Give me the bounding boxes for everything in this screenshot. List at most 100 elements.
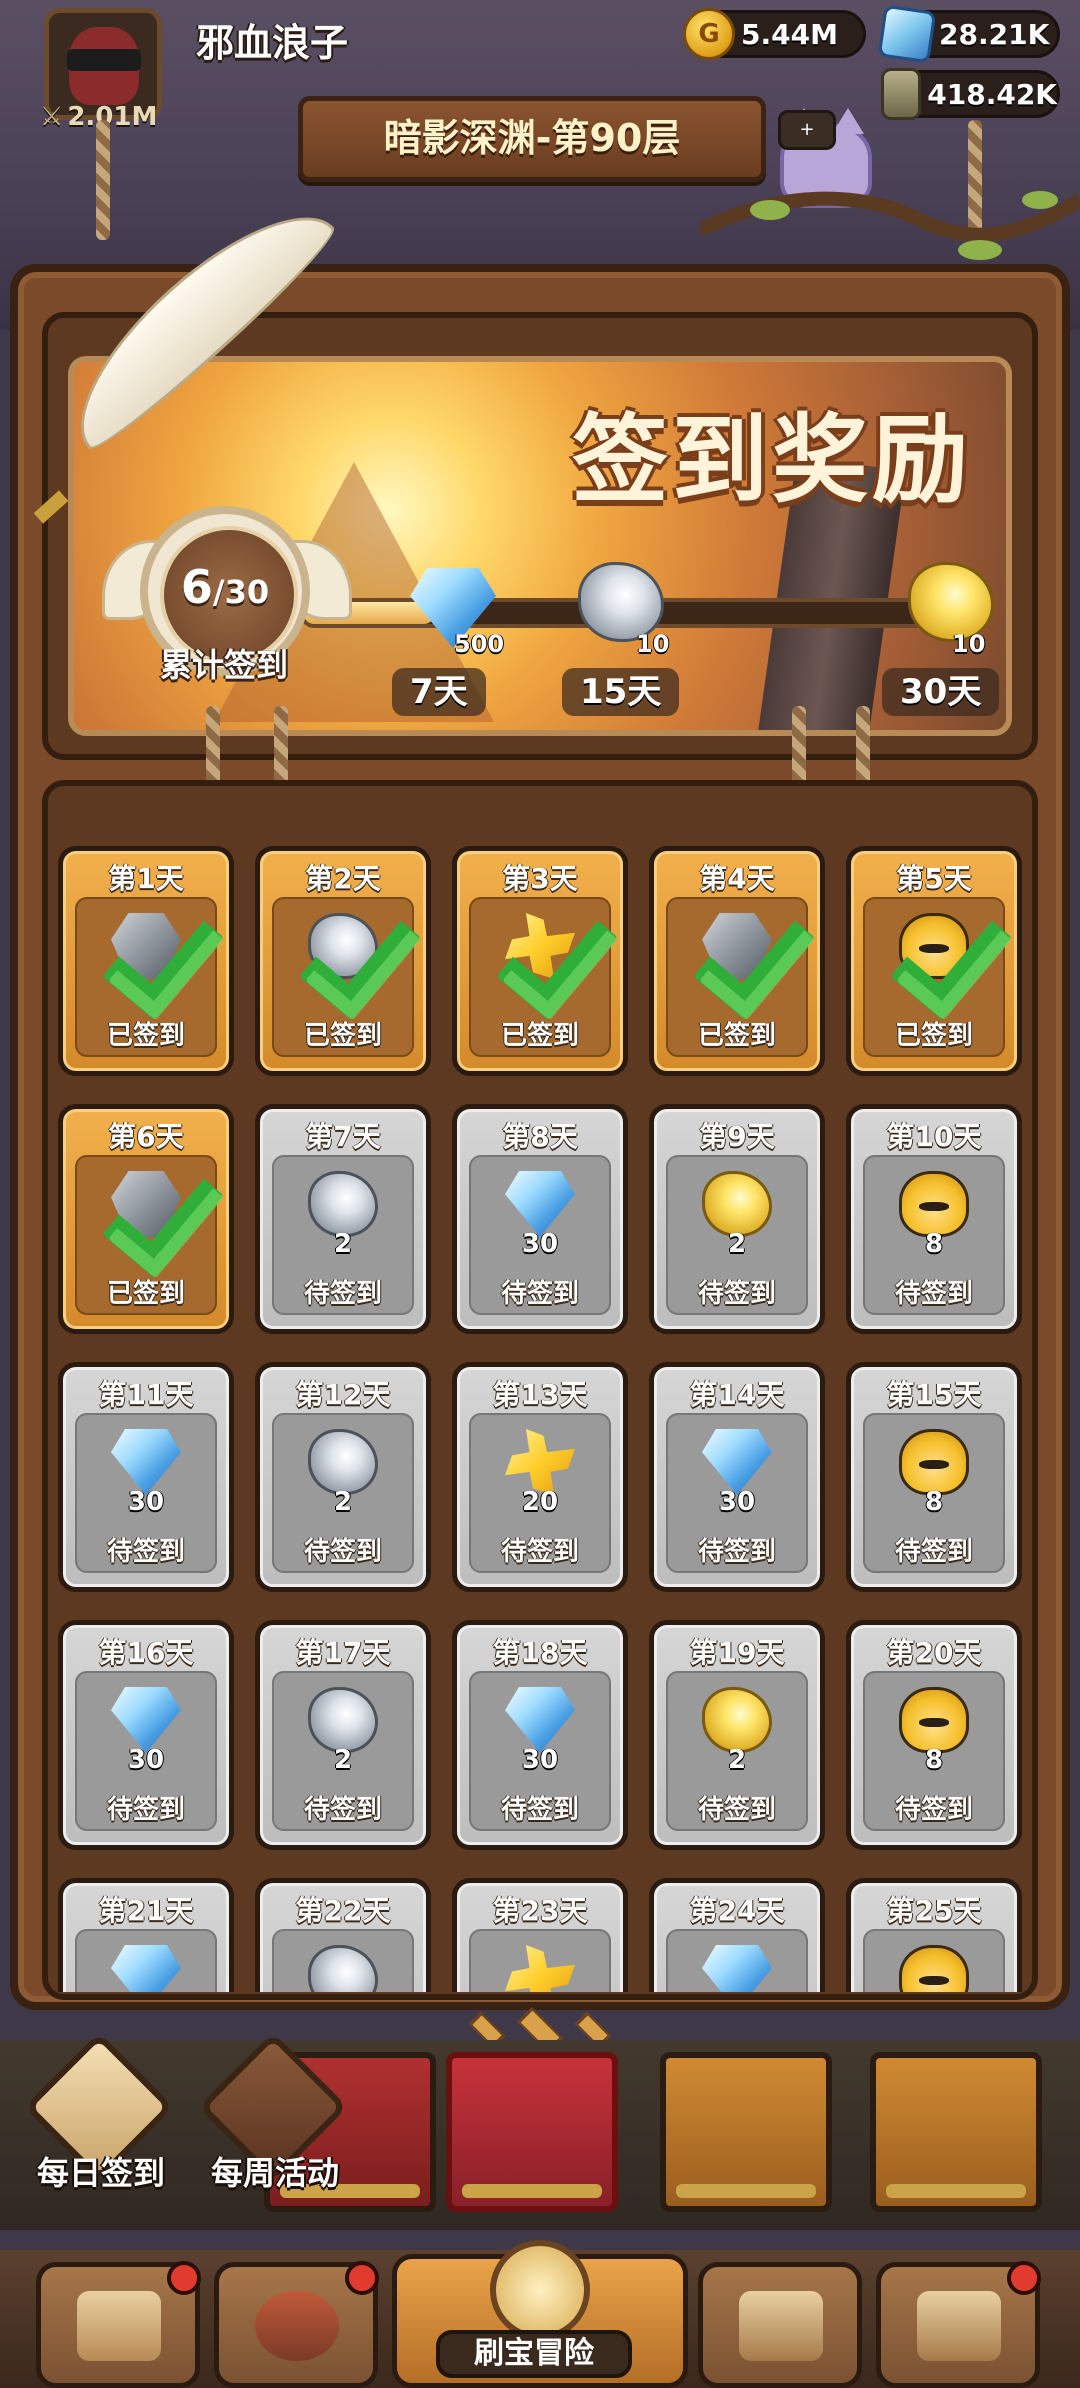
weekly-event-shortcut[interactable]: 每周活动 xyxy=(198,2032,350,2194)
potion-icon xyxy=(881,68,922,120)
hero-card-2[interactable] xyxy=(446,2052,618,2212)
gem-icon xyxy=(877,4,937,64)
day-label: 第18天 xyxy=(492,1636,588,1669)
day-cell[interactable]: 第15天 8 待签到 xyxy=(846,1362,1022,1592)
hero-2-bar xyxy=(462,2184,602,2198)
silver-scroll-icon xyxy=(308,1171,378,1237)
day-cell[interactable]: 第23天 xyxy=(452,1878,628,1992)
potion-counter[interactable]: 418.42K xyxy=(881,68,1060,120)
gold-scroll-icon xyxy=(702,1171,772,1237)
day-cell[interactable]: 第14天 30 待签到 xyxy=(649,1362,825,1592)
day-status: 已签到 xyxy=(500,1021,579,1051)
gold-scroll-icon xyxy=(702,1687,772,1753)
hero-3-bar xyxy=(676,2184,816,2198)
hero-shard-icon xyxy=(899,1687,969,1753)
banner-title: 签到奖励 xyxy=(572,404,972,516)
day-cell[interactable]: 第20天 8 待签到 xyxy=(846,1620,1022,1850)
day-cell[interactable]: 第17天 2 待签到 xyxy=(255,1620,431,1850)
gold-coin-icon: G xyxy=(683,8,735,60)
nav-forge-button[interactable] xyxy=(876,2261,1041,2388)
gem-counter[interactable]: 28.21K xyxy=(877,4,1060,64)
nav-bag-button[interactable] xyxy=(698,2262,862,2388)
nav-adventure-label: 刷宝冒险 xyxy=(436,2330,632,2378)
day-cell[interactable]: 第7天 2 待签到 xyxy=(255,1104,431,1334)
notification-dot xyxy=(1007,2261,1041,2295)
hero-card-4[interactable] xyxy=(870,2052,1042,2212)
day-cell[interactable]: 第2天 已签到 xyxy=(255,846,431,1076)
hero-card-3[interactable] xyxy=(660,2052,832,2212)
power-value: 2.01M xyxy=(67,102,158,132)
checkmark-icon xyxy=(85,1169,205,1265)
hero-shard-icon xyxy=(899,1429,969,1495)
day-status: 待签到 xyxy=(106,1795,185,1825)
progress-count: 6/30 xyxy=(140,560,310,614)
day-label: 第14天 xyxy=(689,1378,785,1411)
day-status: 待签到 xyxy=(303,1537,382,1567)
day-cell[interactable]: 第13天 20 待签到 xyxy=(452,1362,628,1592)
silver-scroll-icon xyxy=(308,1687,378,1753)
day-cell[interactable]: 第5天 已签到 xyxy=(846,846,1022,1076)
silver-scroll-icon xyxy=(308,1429,378,1495)
day-label: 第15天 xyxy=(886,1378,982,1411)
gem-icon xyxy=(702,1945,772,1992)
day-cell[interactable]: 第1天 已签到 xyxy=(58,846,234,1076)
day-label: 第2天 xyxy=(305,862,381,895)
day-cell[interactable]: 第8天 30 待签到 xyxy=(452,1104,628,1334)
gold-counter[interactable]: G 5.44M xyxy=(683,8,866,60)
checkmark-icon xyxy=(85,911,205,1007)
day-cell[interactable]: 第24天 xyxy=(649,1878,825,1992)
day-cell[interactable]: 第21天 xyxy=(58,1878,234,1992)
day-cell[interactable]: 第9天 2 待签到 xyxy=(649,1104,825,1334)
day-label: 第23天 xyxy=(492,1894,588,1927)
silver-scroll-icon xyxy=(308,1945,378,1992)
gem-icon xyxy=(111,1429,181,1495)
day-status: 已签到 xyxy=(106,1279,185,1309)
progress-current: 6 xyxy=(180,560,213,614)
daily-checkin-shortcut[interactable]: 每日签到 xyxy=(24,2032,176,2194)
day-status: 待签到 xyxy=(894,1537,973,1567)
reward-quantity: 8 xyxy=(924,1487,944,1517)
nav-hero-button[interactable] xyxy=(214,2261,379,2388)
day-status: 待签到 xyxy=(697,1279,776,1309)
crossed-swords-icon: ⚔ xyxy=(40,102,64,132)
puzzle-piece-icon xyxy=(505,1429,575,1495)
reward-quantity: 30 xyxy=(718,1487,756,1517)
day-cell[interactable]: 第25天 xyxy=(846,1878,1022,1992)
vine-decoration xyxy=(700,191,1080,260)
day-cell[interactable]: 第11天 30 待签到 xyxy=(58,1362,234,1592)
reward-quantity: 2 xyxy=(333,1745,353,1775)
day-cell[interactable]: 第3天 已签到 xyxy=(452,846,628,1076)
day-cell[interactable]: 第12天 2 待签到 xyxy=(255,1362,431,1592)
nav-shop-button[interactable] xyxy=(36,2261,201,2388)
progress-total: /30 xyxy=(212,573,270,611)
reward-quantity: 2 xyxy=(727,1745,747,1775)
day-label: 第21天 xyxy=(98,1894,194,1927)
day-cell[interactable]: 第10天 8 待签到 xyxy=(846,1104,1022,1334)
reward-quantity: 8 xyxy=(924,1229,944,1259)
stage-plate[interactable]: 暗影深渊-第90层 xyxy=(298,96,766,182)
milestone-15-count: 10 xyxy=(636,630,670,658)
avatar-mask xyxy=(67,49,141,71)
rope-left xyxy=(96,120,110,240)
day-cell[interactable]: 第22天 xyxy=(255,1878,431,1992)
day-cell[interactable]: 第4天已签到 xyxy=(649,846,825,1076)
notification-dot xyxy=(167,2261,201,2295)
day-cell[interactable]: 第18天 30 待签到 xyxy=(452,1620,628,1850)
daily-checkin-label: 每日签到 xyxy=(36,2154,165,2192)
weekly-event-label: 每周活动 xyxy=(210,2154,339,2192)
cat-plus-button[interactable]: + xyxy=(778,110,836,150)
day-cell[interactable]: 第19天 2 待签到 xyxy=(649,1620,825,1850)
day-status: 待签到 xyxy=(500,1795,579,1825)
day-cell[interactable]: 第6天 已签到 xyxy=(58,1104,234,1334)
checkmark-icon xyxy=(282,911,402,1007)
day-cell[interactable]: 第16天 30 待签到 xyxy=(58,1620,234,1850)
day-label: 第8天 xyxy=(502,1120,578,1153)
reward-quantity: 2 xyxy=(333,1229,353,1259)
day-status: 待签到 xyxy=(697,1537,776,1567)
gold-value: 5.44M xyxy=(741,17,838,51)
reward-quantity: 30 xyxy=(521,1745,559,1775)
day-grid: 第1天 已签到 第2天 已签到 第3天 已签到 第4天 已签到 第5天 已签到 第6天 已签到 第7天 2… xyxy=(58,846,1024,1992)
potion-value: 418.42K xyxy=(927,77,1057,111)
day-label: 第4天 xyxy=(699,862,775,895)
day-status: 已签到 xyxy=(697,1021,776,1051)
